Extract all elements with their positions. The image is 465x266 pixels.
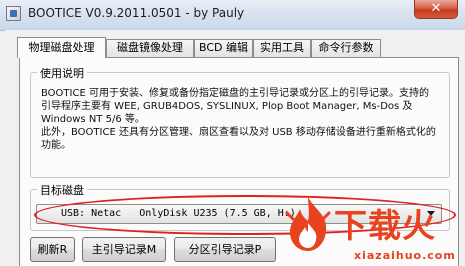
mbr-button[interactable]: 主引导记录M <box>82 237 166 262</box>
flame-logo-icon <box>285 197 331 251</box>
usage-groupbox: 使用说明 BOOTICE 可用于安装、修复或备份指定磁盘的主引导记录或分区上的引… <box>30 65 450 178</box>
tab-command-line[interactable]: 命令行参数 <box>311 39 381 57</box>
usage-legend: 使用说明 <box>37 65 87 81</box>
app-icon <box>6 6 21 21</box>
target-disk-selected-value: USB: Netac OnlyDisk U235 (7.5 GB, H:) <box>61 208 296 219</box>
title-bar: BOOTICE V0.9.2011.0501 - by Pauly ✕ <box>0 0 465 31</box>
tab-disk-image[interactable]: 磁盘镜像处理 <box>106 39 194 57</box>
pbr-button[interactable]: 分区引导记录P <box>174 237 276 262</box>
close-button[interactable]: ✕ <box>414 0 458 19</box>
tab-physical-disk[interactable]: 物理磁盘处理 <box>17 37 106 58</box>
window-title: BOOTICE V0.9.2011.0501 - by Pauly <box>28 6 245 20</box>
watermark: 下载火 xiazaihuo.com <box>284 195 465 266</box>
tab-bcd-edit[interactable]: BCD 编辑 <box>194 39 253 57</box>
tab-utilities[interactable]: 实用工具 <box>253 39 311 57</box>
refresh-button[interactable]: 刷新R <box>30 237 75 262</box>
watermark-title: 下载火 <box>334 206 436 245</box>
watermark-subtitle: xiazaihuo.com <box>354 249 456 262</box>
usage-description: BOOTICE 可用于安装、修复或备份指定磁盘的主引导记录或分区上的引导记录。支… <box>41 88 436 151</box>
target-disk-legend: 目标磁盘 <box>37 182 87 198</box>
